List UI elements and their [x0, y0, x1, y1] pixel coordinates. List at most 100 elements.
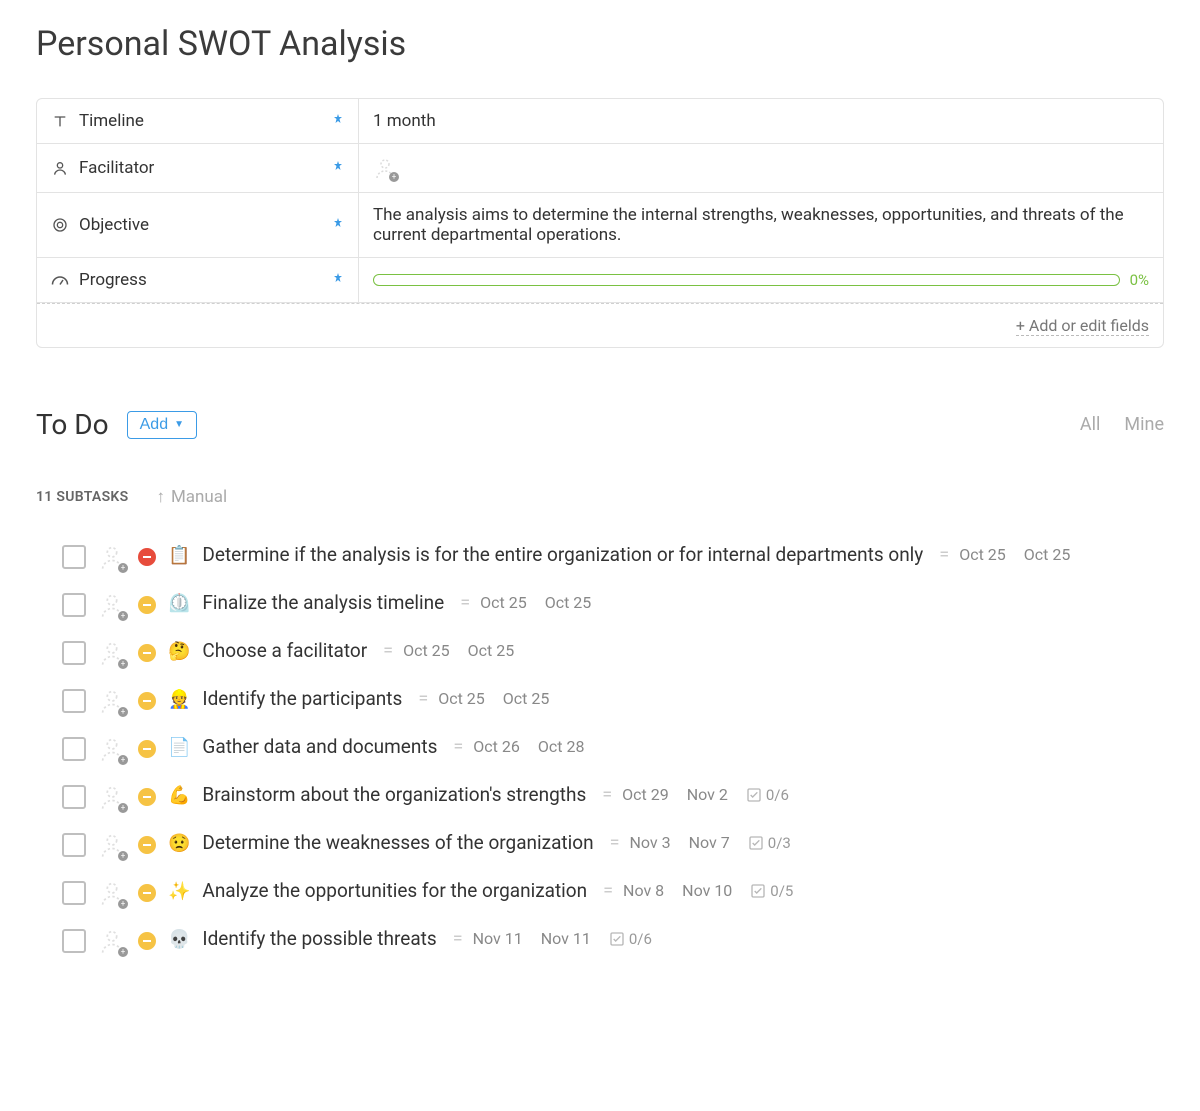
task-end-date[interactable]: Oct 25: [503, 689, 550, 708]
task-row[interactable]: 😟 Determine the weaknesses of the organi…: [36, 821, 1164, 869]
task-name[interactable]: Finalize the analysis timeline: [202, 591, 444, 614]
task-assignee[interactable]: [98, 879, 126, 907]
pin-icon[interactable]: [332, 217, 344, 233]
task-checkbox[interactable]: [62, 593, 86, 617]
task-status-icon[interactable]: [138, 596, 156, 614]
task-checklist: 0/6: [746, 785, 789, 804]
filter-tabs: All Mine: [1080, 414, 1164, 435]
task-assignee[interactable]: [98, 735, 126, 763]
task-start-date[interactable]: Nov 8: [623, 881, 664, 900]
task-name[interactable]: Determine if the analysis is for the ent…: [202, 543, 923, 566]
task-row[interactable]: 📄 Gather data and documents = Oct 26 Oct…: [36, 725, 1164, 773]
page-title: Personal SWOT Analysis: [36, 24, 1164, 64]
task-status-icon[interactable]: [138, 644, 156, 662]
drag-handle-icon[interactable]: =: [460, 592, 470, 613]
task-end-date[interactable]: Oct 25: [545, 593, 592, 612]
task-row[interactable]: 🤔 Choose a facilitator = Oct 25 Oct 25: [36, 629, 1164, 677]
task-status-icon[interactable]: [138, 884, 156, 902]
task-status-icon[interactable]: [138, 692, 156, 710]
task-checkbox[interactable]: [62, 833, 86, 857]
drag-handle-icon[interactable]: =: [418, 688, 428, 709]
drag-handle-icon[interactable]: =: [939, 544, 949, 565]
task-row[interactable]: ✨ Analyze the opportunities for the orga…: [36, 869, 1164, 917]
task-start-date[interactable]: Oct 25: [403, 641, 450, 660]
task-end-date[interactable]: Nov 10: [682, 881, 732, 900]
task-start-date[interactable]: Nov 3: [629, 833, 670, 852]
field-label: Objective: [79, 215, 149, 235]
task-row[interactable]: 👷 Identify the participants = Oct 25 Oct…: [36, 677, 1164, 725]
task-checkbox[interactable]: [62, 737, 86, 761]
task-checkbox[interactable]: [62, 881, 86, 905]
task-assignee[interactable]: [98, 783, 126, 811]
filter-mine[interactable]: Mine: [1124, 414, 1164, 435]
task-status-icon[interactable]: [138, 548, 156, 566]
task-status-icon[interactable]: [138, 932, 156, 950]
task-end-date[interactable]: Nov 7: [689, 833, 730, 852]
task-row[interactable]: 💪 Brainstorm about the organization's st…: [36, 773, 1164, 821]
task-emoji: 💪: [168, 785, 190, 806]
task-start-date[interactable]: Oct 25: [959, 545, 1006, 564]
drag-handle-icon[interactable]: =: [453, 928, 463, 949]
field-row-objective: Objective The analysis aims to determine…: [37, 193, 1163, 258]
task-start-date[interactable]: Nov 11: [473, 929, 523, 948]
task-name[interactable]: Identify the participants: [202, 687, 402, 710]
task-name[interactable]: Analyze the opportunities for the organi…: [202, 879, 587, 902]
drag-handle-icon[interactable]: =: [383, 640, 393, 661]
drag-handle-icon[interactable]: =: [453, 736, 463, 757]
task-name[interactable]: Determine the weaknesses of the organiza…: [202, 831, 593, 854]
field-value[interactable]: 0%: [359, 258, 1163, 302]
task-start-date[interactable]: Oct 26: [473, 737, 520, 756]
drag-handle-icon[interactable]: =: [610, 832, 620, 853]
task-checkbox[interactable]: [62, 689, 86, 713]
task-name[interactable]: Identify the possible threats: [202, 927, 436, 950]
field-label-cell[interactable]: Objective: [37, 193, 359, 257]
pin-icon[interactable]: [332, 113, 344, 129]
task-end-date[interactable]: Nov 11: [541, 929, 591, 948]
task-end-date[interactable]: Oct 25: [468, 641, 515, 660]
drag-handle-icon[interactable]: =: [602, 784, 612, 805]
field-value[interactable]: 1 month: [359, 99, 1163, 143]
task-start-date[interactable]: Oct 29: [622, 785, 669, 804]
task-assignee[interactable]: [98, 927, 126, 955]
task-row[interactable]: 📋 Determine if the analysis is for the e…: [36, 533, 1164, 581]
field-value[interactable]: The analysis aims to determine the inter…: [359, 193, 1163, 257]
task-end-date[interactable]: Nov 2: [687, 785, 728, 804]
task-end-date[interactable]: Oct 28: [538, 737, 585, 756]
task-name[interactable]: Choose a facilitator: [202, 639, 367, 662]
task-start-date[interactable]: Oct 25: [438, 689, 485, 708]
task-row[interactable]: 💀 Identify the possible threats = Nov 11…: [36, 917, 1164, 965]
task-name[interactable]: Gather data and documents: [202, 735, 437, 758]
field-value[interactable]: [359, 144, 1163, 192]
add-button[interactable]: Add ▼: [127, 411, 197, 439]
task-status-icon[interactable]: [138, 788, 156, 806]
task-name[interactable]: Brainstorm about the organization's stre…: [202, 783, 586, 806]
add-fields-link[interactable]: + Add or edit fields: [1016, 316, 1149, 336]
task-assignee[interactable]: [98, 831, 126, 859]
task-start-date[interactable]: Oct 25: [480, 593, 527, 612]
task-assignee[interactable]: [98, 543, 126, 571]
task-assignee[interactable]: [98, 591, 126, 619]
progress-bar[interactable]: [373, 274, 1120, 286]
task-end-date[interactable]: Oct 25: [1024, 545, 1071, 564]
pin-icon[interactable]: [332, 160, 344, 176]
task-row[interactable]: ⏲️ Finalize the analysis timeline = Oct …: [36, 581, 1164, 629]
task-checkbox[interactable]: [62, 785, 86, 809]
task-status-icon[interactable]: [138, 740, 156, 758]
field-label-cell[interactable]: Timeline: [37, 99, 359, 143]
task-checkbox[interactable]: [62, 545, 86, 569]
filter-all[interactable]: All: [1080, 414, 1101, 435]
person-icon: [51, 159, 69, 177]
task-checkbox[interactable]: [62, 641, 86, 665]
drag-handle-icon[interactable]: =: [603, 880, 613, 901]
task-assignee[interactable]: [98, 639, 126, 667]
field-label-cell[interactable]: Facilitator: [37, 144, 359, 192]
field-label-cell[interactable]: Progress: [37, 258, 359, 302]
subtasks-count: 11 SUBTASKS: [36, 489, 128, 505]
task-assignee[interactable]: [98, 687, 126, 715]
empty-assignee-icon[interactable]: [373, 156, 397, 180]
task-checkbox[interactable]: [62, 929, 86, 953]
task-emoji: ⏲️: [168, 593, 190, 614]
sort-button[interactable]: ↑ Manual: [156, 487, 227, 507]
pin-icon[interactable]: [332, 272, 344, 288]
task-status-icon[interactable]: [138, 836, 156, 854]
